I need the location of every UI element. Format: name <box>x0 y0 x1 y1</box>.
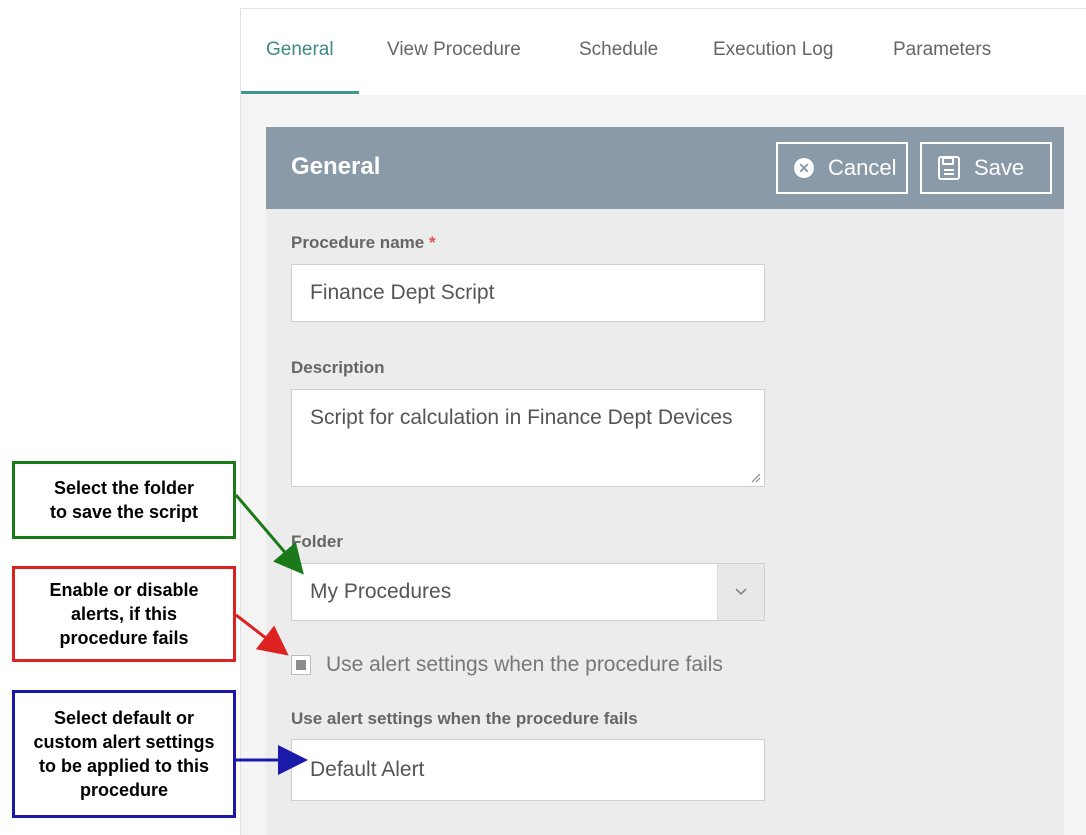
annotation-arrows <box>234 494 308 775</box>
arrow-folder <box>234 494 304 575</box>
arrow-alerts <box>235 613 289 656</box>
